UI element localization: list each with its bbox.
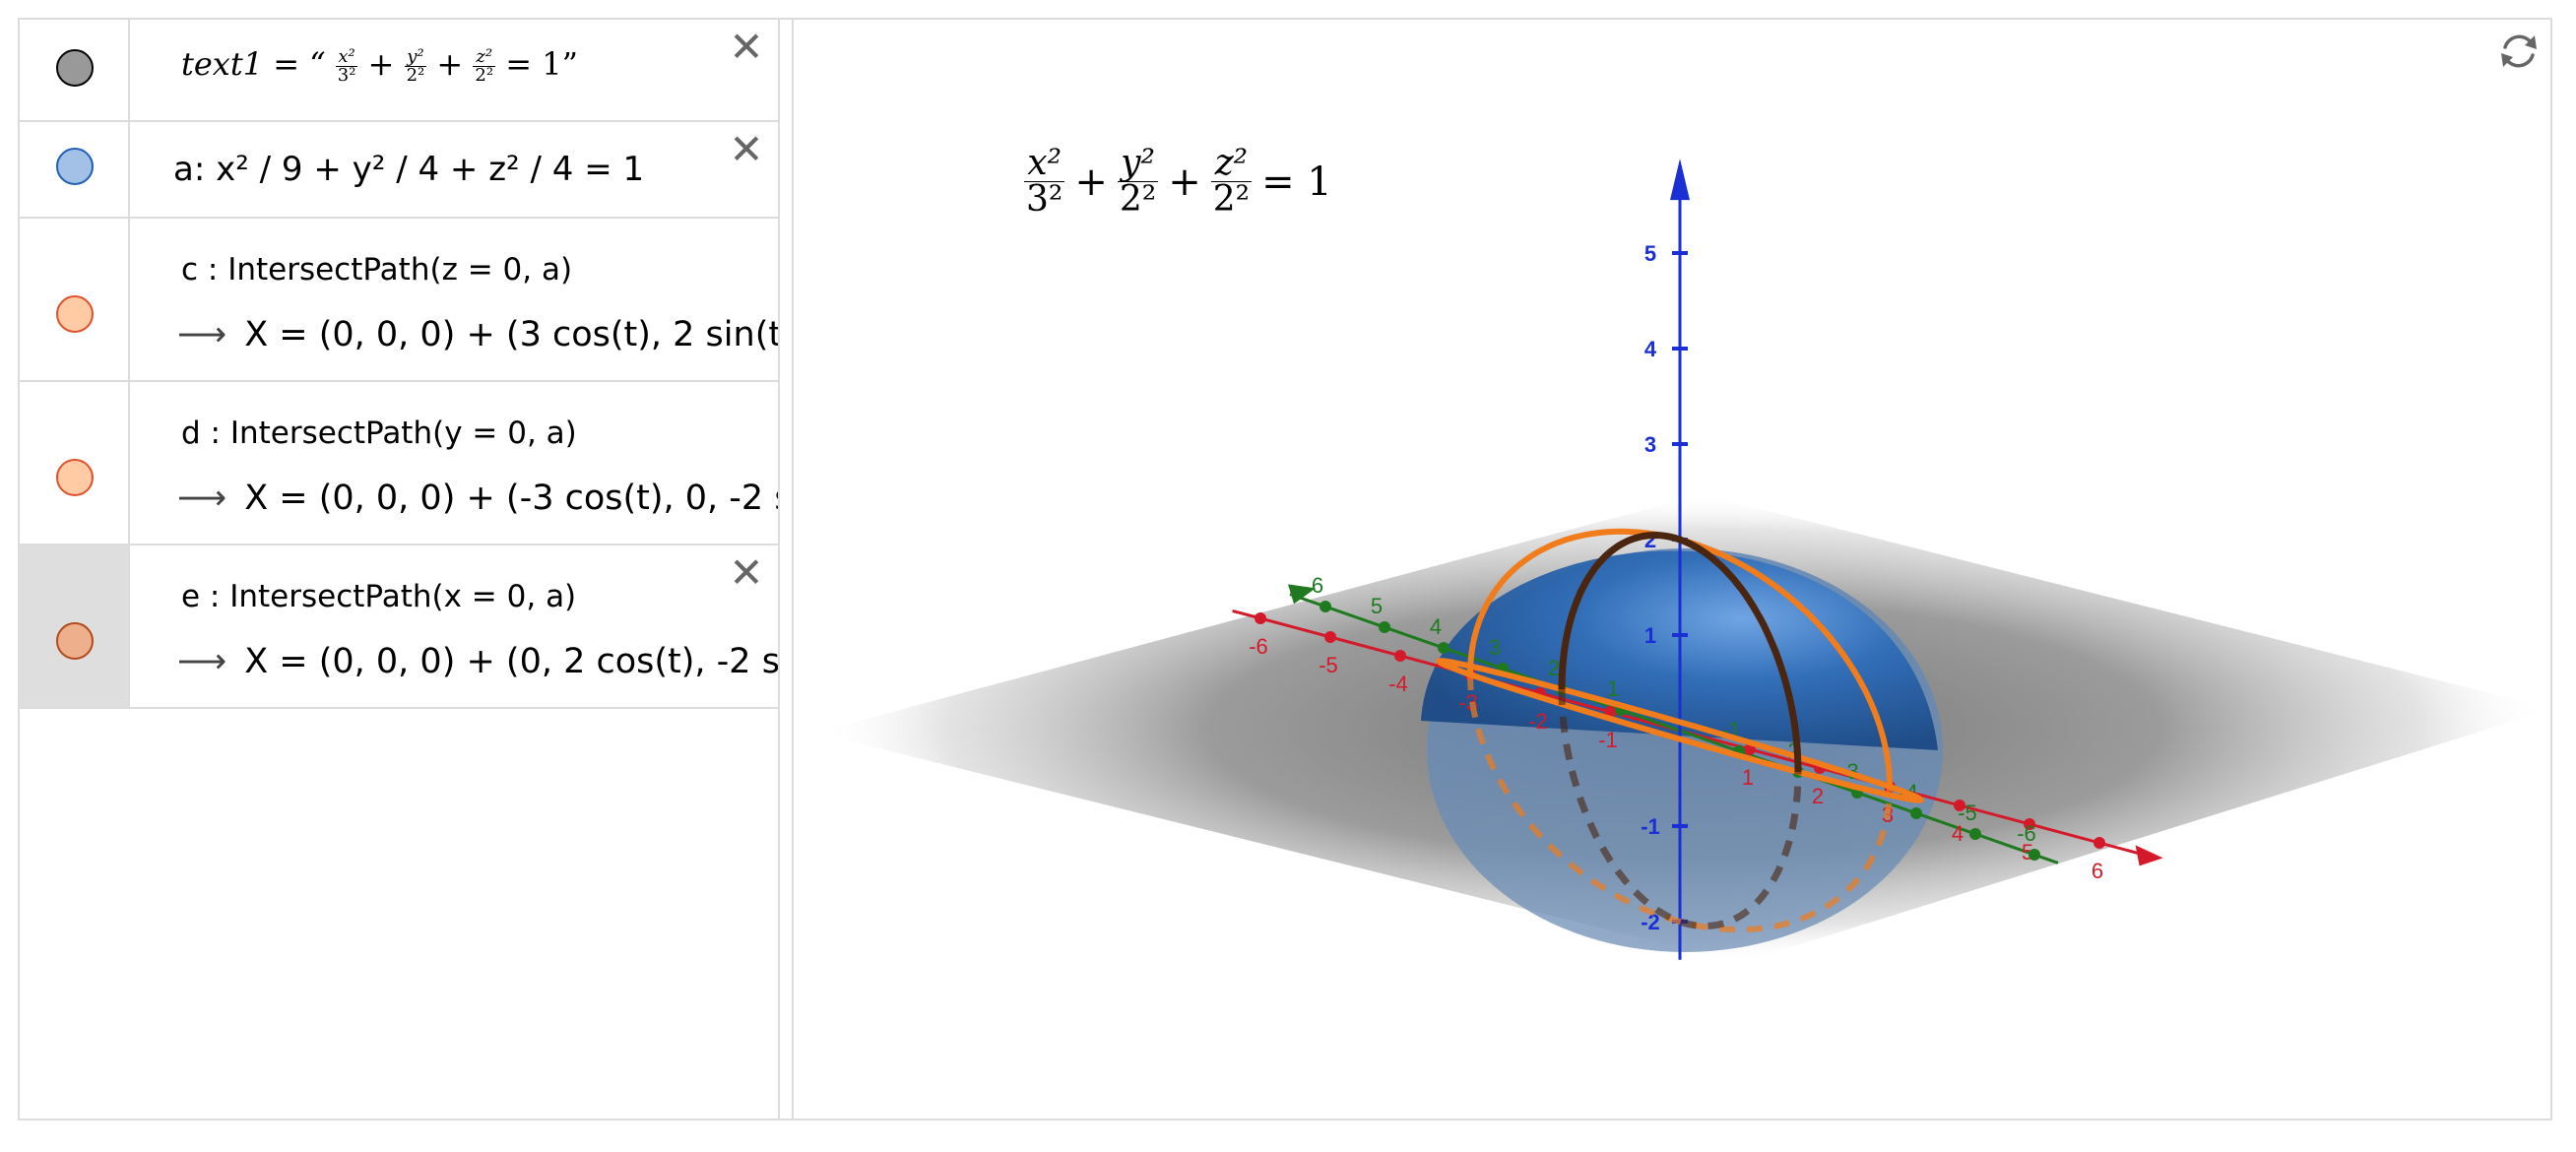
algebra-view: text1 = “ x² 3² + y² 2² + z² 2² = 1” ✕ a: x…	[20, 20, 780, 1119]
z-tick-label: 3	[1644, 432, 1656, 457]
y-tick-label: 5	[1371, 594, 1383, 618]
row-content[interactable]: c : IntersectPath(z = 0, a) ⟶ X = (0, 0, …	[156, 219, 778, 380]
y-tick	[1910, 807, 1922, 819]
z-axis-arrow	[1670, 159, 1690, 201]
y-tick-label: -6	[2017, 821, 2036, 846]
y-tick-label: 3	[1489, 635, 1501, 660]
z-tick-label: 4	[1644, 337, 1657, 361]
arrow-icon: ⟶	[177, 479, 227, 518]
y-tick	[1438, 642, 1449, 654]
row-content[interactable]: e : IntersectPath(x = 0, a) ⟶ X = (0, 0, …	[156, 545, 778, 707]
row-content[interactable]: a: x² / 9 + y² / 4 + z² / 4 = 1	[156, 122, 778, 217]
value-d: ⟶X = (0, 0, 0) + (-3 cos(t), 0, -2 sin(t…	[177, 479, 778, 518]
formula-equals: = 1	[1261, 159, 1332, 205]
text1-term-y: y² 2²	[404, 45, 427, 86]
ellipsoid-equation[interactable]: a: x² / 9 + y² / 4 + z² / 4 = 1	[173, 150, 644, 189]
x-tick	[1255, 612, 1266, 624]
marble-column	[20, 382, 130, 544]
visibility-toggle-text1[interactable]	[56, 49, 94, 87]
view-splitter[interactable]	[780, 20, 794, 1119]
definition-c: c : IntersectPath(z = 0, a)	[181, 252, 573, 288]
y-tick-label: 1	[1607, 676, 1619, 701]
y-tick	[1379, 621, 1390, 633]
arrow-icon: ⟶	[177, 642, 227, 681]
geogebra-app: text1 = “ x² 3² + y² 2² + z² 2² = 1” ✕ a: x…	[18, 18, 2552, 1120]
x-tick-label: -6	[1249, 634, 1268, 659]
text1-prefix: text1 = “	[181, 45, 326, 83]
close-icon[interactable]: ✕	[727, 129, 766, 170]
algebra-row-c[interactable]: c : IntersectPath(z = 0, a) ⟶ X = (0, 0, …	[20, 219, 778, 382]
definition-d: d : IntersectPath(y = 0, a)	[181, 416, 577, 451]
x-tick	[2093, 837, 2105, 849]
algebra-row-text1[interactable]: text1 = “ x² 3² + y² 2² + z² 2² = 1” ✕	[20, 20, 778, 122]
formula-term-z: z² 2²	[1210, 143, 1253, 220]
x-tick-label: 6	[2092, 859, 2103, 883]
marble-column	[20, 545, 130, 707]
graphics-3d-view[interactable]: -6 -5 -4 -3 -2 -1 1 2 3 4 5 6 -6 -5 -4 -3 -2 -1 1 2 3 4 5 6 -2 -1…	[796, 20, 2552, 1119]
algebra-row-d[interactable]: d : IntersectPath(y = 0, a) ⟶ X = (0, 0, …	[20, 382, 778, 545]
y-tick-label: 4	[1430, 614, 1442, 639]
algebra-row-e[interactable]: e : IntersectPath(x = 0, a) ⟶ X = (0, 0, …	[20, 545, 778, 709]
arrow-icon: ⟶	[177, 315, 227, 354]
row-content[interactable]: d : IntersectPath(y = 0, a) ⟶ X = (0, 0, …	[156, 382, 778, 544]
visibility-toggle-c[interactable]	[56, 295, 94, 333]
formula-term-x: x² 3²	[1024, 143, 1065, 220]
z-tick-label: -1	[1641, 814, 1660, 839]
x-tick-label: -4	[1388, 672, 1408, 696]
formula-text[interactable]: x² 3² + y² 2² + z² 2² = 1	[1024, 146, 1342, 218]
refresh-icon[interactable]	[2495, 28, 2543, 75]
visibility-toggle-e[interactable]	[56, 622, 94, 660]
y-tick-label: 6	[1312, 573, 1323, 598]
marble-column	[20, 122, 130, 217]
value-c: ⟶X = (0, 0, 0) + (3 cos(t), 2 sin(t), 0)	[177, 315, 780, 354]
y-tick	[1320, 601, 1331, 612]
y-tick	[1969, 828, 1981, 840]
text1-term-z: z² 2²	[473, 45, 496, 86]
x-tick-label: 1	[1742, 765, 1754, 790]
x-tick-label: 2	[1812, 784, 1824, 808]
value-e: ⟶X = (0, 0, 0) + (0, 2 cos(t), -2 sin(t)…	[177, 642, 780, 681]
y-tick-label: 2	[1548, 656, 1560, 680]
visibility-toggle-a[interactable]	[56, 148, 94, 185]
text1-suffix: = 1”	[505, 45, 578, 83]
close-icon[interactable]: ✕	[727, 27, 766, 68]
text1-term-x: x² 3²	[335, 45, 358, 86]
x-tick-label: -2	[1528, 709, 1548, 734]
definition-e: e : IntersectPath(x = 0, a)	[181, 579, 577, 614]
x-tick	[1394, 650, 1406, 662]
marble-column	[20, 20, 130, 120]
row-content[interactable]: text1 = “ x² 3² + y² 2² + z² 2² = 1”	[156, 20, 778, 120]
z-tick-label: 1	[1644, 623, 1656, 648]
algebra-row-a[interactable]: a: x² / 9 + y² / 4 + z² / 4 = 1 ✕	[20, 122, 778, 219]
formula-term-y: y² 2²	[1117, 143, 1159, 220]
close-icon[interactable]: ✕	[727, 552, 766, 594]
y-tick-label: -5	[1958, 800, 1977, 825]
visibility-toggle-d[interactable]	[56, 459, 94, 496]
marble-column	[20, 219, 130, 380]
z-tick-label: 5	[1644, 241, 1656, 266]
x-tick	[1324, 631, 1336, 643]
x-tick-label: -5	[1319, 653, 1338, 677]
x-tick-label: -1	[1598, 728, 1618, 752]
x-axis-arrow	[2135, 845, 2163, 866]
y-tick	[2029, 849, 2040, 861]
